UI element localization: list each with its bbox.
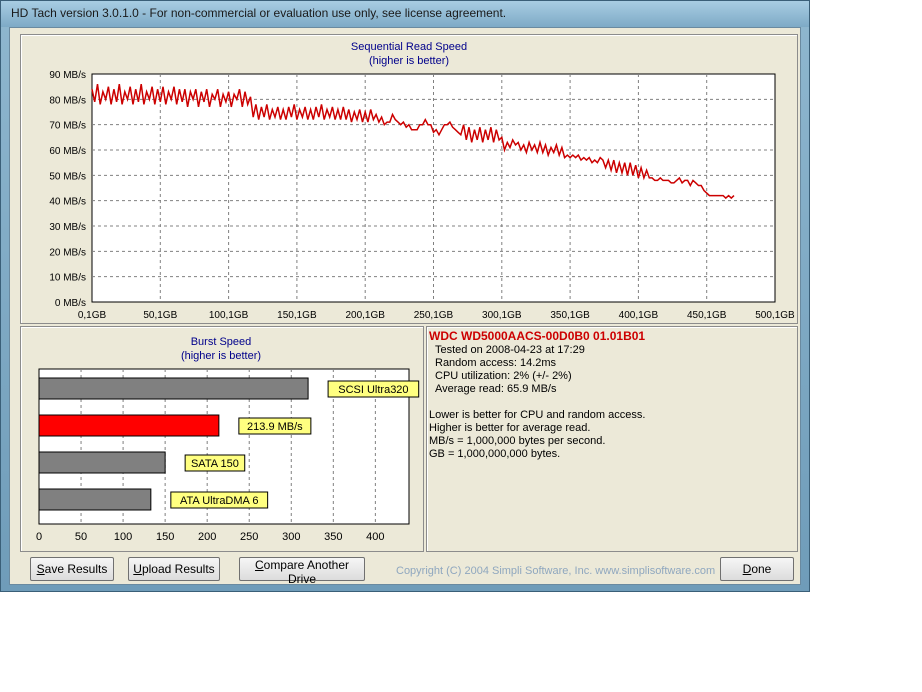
burst-bar-label: ATA UltraDMA 6	[180, 495, 258, 507]
y-tick-label: 90 MB/s	[49, 70, 86, 81]
x-tick-label: 100,1GB	[209, 310, 249, 321]
y-tick-label: 70 MB/s	[49, 121, 86, 132]
x-tick-label: 0,1GB	[78, 310, 107, 321]
y-tick-label: 10 MB/s	[49, 273, 86, 284]
burst-x-tick-label: 0	[36, 531, 42, 543]
client-area: Sequential Read Speed (higher is better)…	[9, 27, 801, 586]
y-tick-label: 20 MB/s	[49, 247, 86, 258]
x-tick-label: 300,1GB	[482, 310, 522, 321]
burst-bar-label: 213.9 MB/s	[247, 421, 303, 433]
compare-another-drive-button[interactable]: Compare Another Drive	[239, 557, 365, 586]
x-tick-label: 450,1GB	[687, 310, 727, 321]
window-title: HD Tach version 3.0.1.0 - For non-commer…	[11, 6, 507, 20]
chart-subtitle: (higher is better)	[369, 55, 449, 67]
burst-bar-reference	[38, 377, 309, 400]
sequential-read-chart: Sequential Read Speed (higher is better)…	[49, 41, 795, 321]
average-read: Average read: 65.9 MB/s	[435, 383, 557, 395]
burst-x-tick-label: 300	[282, 531, 300, 543]
chart-title: Sequential Read Speed	[351, 41, 467, 53]
save-results-button[interactable]: Save Results	[30, 557, 114, 581]
burst-bar-reference	[38, 451, 166, 474]
note-higher-better: Higher is better for average read.	[429, 422, 591, 434]
burst-x-tick-label: 350	[324, 531, 342, 543]
copyright-text: Copyright (C) 2004 Simpli Software, Inc.…	[396, 565, 716, 577]
x-tick-label: 50,1GB	[143, 310, 177, 321]
upload-results-button[interactable]: Upload Results	[128, 557, 220, 581]
note-mbs-definition: MB/s = 1,000,000 bytes per second.	[429, 435, 606, 447]
y-tick-label: 40 MB/s	[49, 197, 86, 208]
burst-x-tick-label: 200	[198, 531, 216, 543]
burst-x-tick-label: 50	[75, 531, 87, 543]
y-tick-label: 0 MB/s	[55, 298, 86, 309]
burst-speed-chart: Burst Speed (higher is better) SCSI Ultr…	[36, 336, 420, 543]
x-tick-label: 400,1GB	[619, 310, 659, 321]
x-tick-label: 250,1GB	[414, 310, 454, 321]
burst-x-tick-label: 400	[366, 531, 384, 543]
y-tick-label: 50 MB/s	[49, 171, 86, 182]
drive-info-panel: WDC WD5000AACS-00D0B0 01.01B01 Tested on…	[426, 326, 798, 552]
tested-on: Tested on 2008-04-23 at 17:29	[435, 344, 585, 356]
burst-x-tick-label: 150	[156, 531, 174, 543]
burst-bar-reference	[38, 488, 152, 511]
x-tick-label: 200,1GB	[345, 310, 385, 321]
burst-chart-title: Burst Speed	[191, 336, 252, 348]
y-tick-label: 30 MB/s	[49, 222, 86, 233]
cpu-utilization: CPU utilization: 2% (+/- 2%)	[435, 370, 572, 382]
burst-chart-subtitle: (higher is better)	[181, 350, 261, 362]
burst-bar-label: SCSI Ultra320	[338, 384, 408, 396]
y-tick-label: 80 MB/s	[49, 95, 86, 106]
burst-bar-label: SATA 150	[191, 458, 239, 470]
burst-speed-panel: Burst Speed (higher is better) SCSI Ultr…	[20, 326, 424, 552]
app-window: HD Tach version 3.0.1.0 - For non-commer…	[0, 0, 810, 592]
sequential-read-panel: Sequential Read Speed (higher is better)…	[20, 34, 798, 324]
drive-name: WDC WD5000AACS-00D0B0 01.01B01	[429, 329, 646, 343]
y-tick-label: 60 MB/s	[49, 146, 86, 157]
note-lower-better: Lower is better for CPU and random acces…	[429, 409, 646, 421]
x-tick-label: 150,1GB	[277, 310, 317, 321]
burst-x-tick-label: 100	[114, 531, 132, 543]
random-access: Random access: 14.2ms	[435, 357, 557, 369]
done-button[interactable]: Done	[720, 557, 794, 581]
title-bar[interactable]: HD Tach version 3.0.1.0 - For non-commer…	[1, 1, 809, 27]
x-tick-label: 350,1GB	[550, 310, 590, 321]
x-tick-label: 500,1GB	[755, 310, 795, 321]
burst-x-tick-label: 250	[240, 531, 258, 543]
burst-bar-current	[38, 414, 220, 437]
note-gb-definition: GB = 1,000,000,000 bytes.	[429, 448, 561, 460]
